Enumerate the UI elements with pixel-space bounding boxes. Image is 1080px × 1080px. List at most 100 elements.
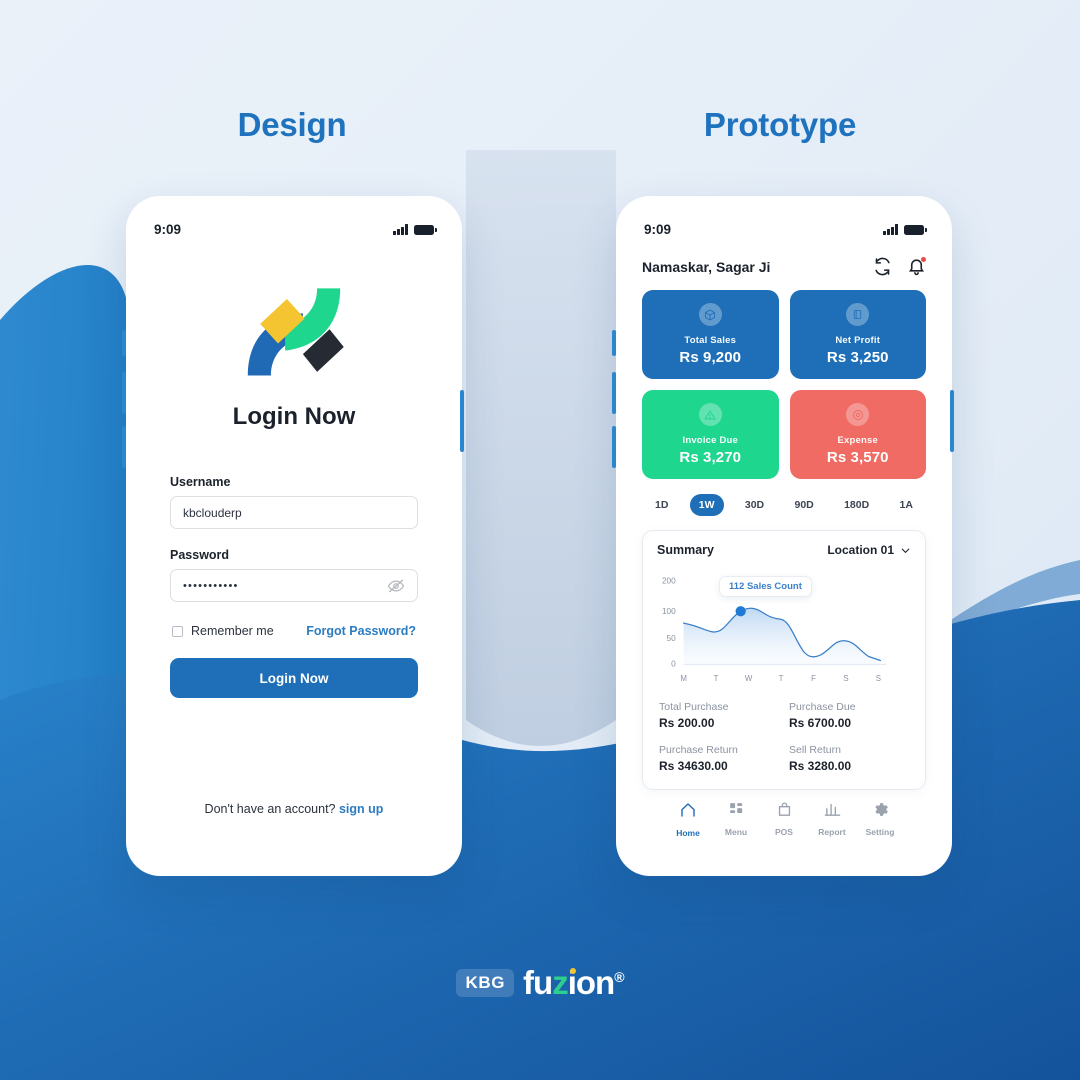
- cube-icon: [698, 303, 722, 326]
- fuzion-z: z: [552, 964, 568, 1001]
- location-value: Location 01: [827, 543, 894, 557]
- range-filter-30d[interactable]: 30D: [736, 494, 773, 516]
- range-filter-1w[interactable]: 1W: [689, 494, 724, 516]
- battery-icon: [904, 224, 927, 235]
- stat-value: Rs 3280.00: [789, 759, 852, 773]
- metric-value: Rs 3,270: [679, 449, 742, 466]
- stat-label: Purchase Due: [789, 701, 856, 713]
- prototype-phone-frame: 9:09 Namaskar, Sagar Ji Total Sales Rs 9…: [616, 196, 952, 876]
- signup-link[interactable]: sign up: [339, 802, 383, 816]
- signal-bars-icon: [393, 224, 408, 235]
- x-tick-4: F: [811, 674, 816, 683]
- password-label: Password: [170, 548, 230, 562]
- metric-card-invoice-due[interactable]: Invoice Due Rs 3,270: [642, 390, 779, 479]
- chevron-down-icon: [901, 548, 910, 553]
- remember-me-checkbox[interactable]: [172, 625, 183, 637]
- x-tick-0: M: [680, 674, 687, 683]
- stat-purchase-due: Purchase Due Rs 6700.00: [789, 701, 909, 730]
- chart-area: [683, 608, 881, 665]
- phone-volume-down-button[interactable]: [122, 426, 126, 468]
- login-submit-button[interactable]: Login Now: [170, 658, 418, 698]
- stat-sell-return: Sell Return Rs 3280.00: [789, 744, 909, 773]
- fuzion-wordmark: fuz ion®: [523, 964, 625, 1002]
- remember-row: Remember me Forgot Password?: [170, 624, 418, 638]
- metric-title: Total Sales: [684, 335, 737, 346]
- range-filter-90d[interactable]: 90D: [785, 494, 822, 516]
- fuzion-i-dot: [569, 968, 576, 974]
- notification-badge-dot: [921, 257, 926, 262]
- password-input[interactable]: •••••••••••: [170, 569, 418, 602]
- status-bar-design: 9:09: [126, 196, 462, 237]
- proto-phone-volume-down-button[interactable]: [612, 426, 616, 468]
- stat-label: Total Purchase: [659, 701, 729, 713]
- fuzion-fu: fu: [523, 964, 553, 1001]
- signal-bars-icon: [883, 224, 898, 235]
- eye-off-icon[interactable]: [387, 577, 405, 595]
- signup-prompt-row: Don't have an account? sign up: [126, 802, 462, 816]
- tab-label: Report: [818, 827, 846, 837]
- stat-total-purchase: Total Purchase Rs 200.00: [659, 701, 779, 730]
- x-tick-2: W: [745, 674, 753, 683]
- metric-value: Rs 3,250: [826, 349, 889, 366]
- bag-icon: [778, 802, 790, 816]
- chart-active-point: [735, 606, 746, 617]
- login-title: Login Now: [232, 403, 356, 430]
- phone-mute-button[interactable]: [122, 330, 126, 356]
- tab-pos[interactable]: POS: [760, 801, 808, 837]
- metric-card-expense[interactable]: Expense Rs 3,570: [789, 390, 926, 479]
- range-filter-1d[interactable]: 1D: [646, 494, 677, 516]
- summary-header: Summary Location 01: [643, 531, 925, 567]
- forgot-password-link[interactable]: Forgot Password?: [306, 624, 416, 638]
- proto-phone-power-button[interactable]: [950, 390, 954, 452]
- tab-menu[interactable]: Menu: [712, 801, 760, 837]
- registered-mark: ®: [614, 969, 624, 985]
- x-tick-5: S: [843, 674, 848, 683]
- bottom-tab-bar: Home Menu POS Report Setting: [642, 790, 926, 838]
- metric-title: Invoice Due: [682, 435, 739, 446]
- summary-title: Summary: [657, 543, 714, 557]
- chart-icon: [824, 803, 840, 816]
- y-tick-0: 0: [671, 659, 676, 668]
- notification-bell[interactable]: [907, 257, 926, 276]
- metric-value: Rs 9,200: [679, 349, 742, 366]
- status-time: 9:09: [644, 222, 672, 237]
- refresh-icon[interactable]: [873, 257, 892, 276]
- y-tick-200: 200: [662, 577, 676, 586]
- alert-triangle-icon: [698, 403, 722, 426]
- sales-chart: 112 Sales Count 200 100 50 0 M T W T F S…: [643, 567, 925, 691]
- metric-card-total-sales[interactable]: Total Sales Rs 9,200: [642, 290, 779, 379]
- password-value: •••••••••••: [183, 579, 239, 592]
- username-input[interactable]: kbclouderp: [170, 496, 418, 529]
- username-value: kbclouderp: [183, 505, 242, 520]
- range-filter-180d[interactable]: 180D: [835, 494, 878, 516]
- status-bar-prototype: 9:09: [616, 196, 952, 237]
- kbg-fuzion-mark-icon: [247, 288, 344, 376]
- proto-phone-mute-button[interactable]: [612, 330, 616, 356]
- gear-icon: [874, 803, 888, 816]
- stat-purchase-return: Purchase Return Rs 34630.00: [659, 744, 779, 773]
- design-phone-frame: 9:09 Login Now Username kbclouderp Passw…: [126, 196, 462, 876]
- metric-cards-grid: Total Sales Rs 9,200 Net Profit Rs 3,250: [642, 290, 926, 479]
- battery-icon: [414, 224, 437, 235]
- chart-tooltip: 112 Sales Count: [719, 576, 812, 597]
- stat-value: Rs 200.00: [659, 716, 715, 730]
- home-icon: [681, 803, 695, 817]
- x-tick-6: S: [876, 674, 881, 683]
- tab-setting[interactable]: Setting: [856, 801, 904, 837]
- proto-phone-volume-up-button[interactable]: [612, 372, 616, 414]
- range-filter-1a[interactable]: 1A: [891, 494, 922, 516]
- location-selector[interactable]: Location 01: [827, 543, 911, 557]
- tab-home[interactable]: Home: [664, 801, 712, 838]
- phone-power-button[interactable]: [460, 390, 464, 452]
- stats-grid: Total Purchase Rs 200.00 Purchase Due Rs…: [643, 691, 925, 789]
- page-title-design: Design: [237, 106, 347, 143]
- range-filter-row: 1D 1W 30D 90D 180D 1A: [642, 494, 926, 516]
- remember-me-label: Remember me: [191, 624, 274, 638]
- phone-volume-up-button[interactable]: [122, 372, 126, 414]
- y-tick-100: 100: [662, 607, 676, 616]
- stat-label: Purchase Return: [659, 744, 738, 756]
- metric-card-net-profit[interactable]: Net Profit Rs 3,250: [789, 290, 926, 379]
- tab-report[interactable]: Report: [808, 801, 856, 837]
- signup-prompt-text: Don't have an account?: [204, 802, 339, 816]
- x-tick-1: T: [714, 674, 719, 683]
